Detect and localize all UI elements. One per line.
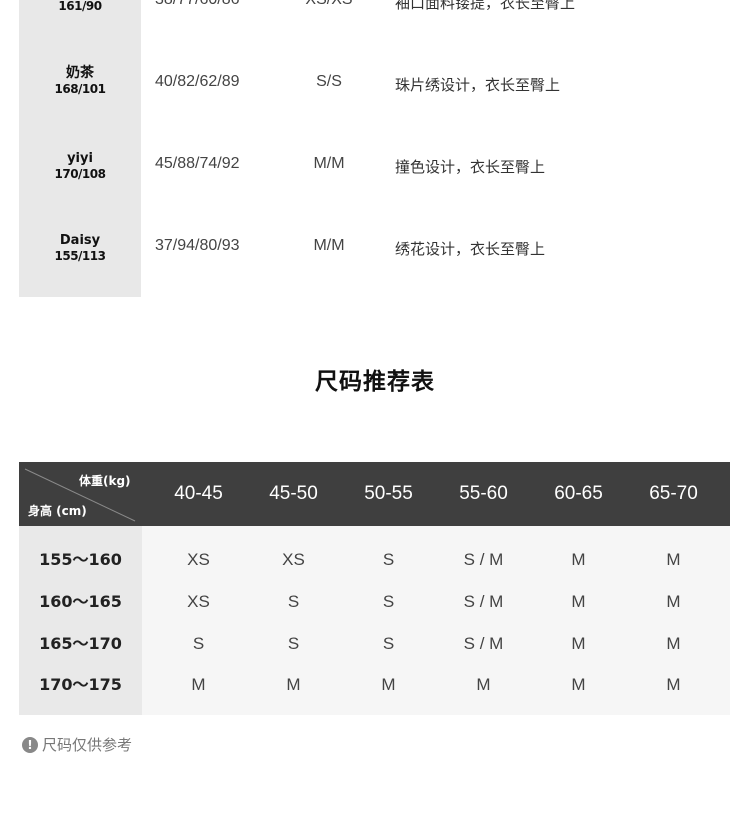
section-title: 尺码推荐表: [315, 369, 435, 395]
size-cell: XS: [187, 550, 210, 569]
table-header: 体重(kg) 身高 (cm) 40-45 45-50 50-55 55-60 6…: [19, 462, 730, 526]
size-cell: S: [287, 634, 300, 653]
model-name-cell: yiyi 170/108: [19, 150, 141, 182]
model-size: M/M: [313, 237, 345, 254]
weight-range-header: 65-70: [649, 483, 698, 504]
model-name: Daisy: [59, 233, 101, 248]
size-cell: S / M: [463, 634, 504, 653]
model-measurements: 37/94/80/93: [155, 237, 240, 254]
model-row: Daisy 155/113 37/94/80/93 M/M 绣花设计，衣长至臀上: [19, 205, 730, 287]
size-cell: M: [571, 592, 586, 611]
size-cell: S: [382, 634, 395, 653]
model-name: 奶茶: [66, 65, 94, 81]
size-cell: M: [666, 675, 681, 694]
model-height-weight: 161/90: [58, 0, 102, 13]
height-range-label: 165～170: [39, 634, 122, 653]
model-name-cell: 161/90: [19, 0, 141, 14]
model-row: 奶茶 168/101 40/82/62/89 S/S 珠片绣设计，衣长至臀上: [19, 41, 730, 123]
model-height-weight: 168/101: [54, 82, 106, 96]
model-measurements: 38/77/60/86: [155, 0, 240, 9]
height-axis-label: 身高 (cm): [28, 504, 87, 518]
weight-range-header: 60-65: [554, 483, 603, 504]
table-row: 165～170 S S S S / M M M: [19, 623, 730, 665]
model-note: 撞色设计，衣长至臀上: [395, 158, 546, 176]
size-cell: S: [382, 592, 395, 611]
size-cell: M: [476, 675, 491, 694]
size-cell: M: [571, 634, 586, 653]
model-name-cell: 奶茶 168/101: [19, 65, 141, 97]
size-cell: XS: [282, 550, 305, 569]
model-note: 珠片绣设计，衣长至臀上: [395, 76, 561, 94]
size-cell: M: [191, 675, 206, 694]
weight-axis-label: 体重(kg): [79, 474, 131, 488]
size-cell: S: [382, 550, 395, 569]
model-note: 袖口面料镂提，衣长至臀上: [395, 0, 576, 12]
size-cell: S / M: [463, 592, 504, 611]
size-recommendation-table: 体重(kg) 身高 (cm) 40-45 45-50 50-55 55-60 6…: [19, 462, 730, 715]
model-row: 161/90 38/77/60/86 XS/XS 袖口面料镂提，衣长至臀上: [19, 0, 730, 41]
footnote: ! 尺码仅供参考: [22, 734, 132, 755]
exclamation-icon: !: [22, 736, 38, 753]
size-cell: M: [666, 634, 681, 653]
height-range-label: 155～160: [39, 550, 122, 569]
corner-header-cell: 体重(kg) 身高 (cm): [19, 462, 142, 526]
size-cell: M: [571, 550, 586, 569]
size-cell: M: [286, 675, 301, 694]
model-row: yiyi 170/108 45/88/74/92 M/M 撞色设计，衣长至臀上: [19, 123, 730, 205]
table-row: 170～175 M M M M M M: [19, 664, 730, 706]
size-cell: XS: [187, 592, 210, 611]
weight-range-header: 55-60: [459, 483, 508, 504]
size-cell: S: [192, 634, 205, 653]
model-measurements: 40/82/62/89: [155, 73, 240, 90]
model-size: XS/XS: [289, 0, 369, 9]
size-cell: S / M: [463, 550, 504, 569]
table-row: 155～160 XS XS S S / M M M: [19, 539, 730, 581]
model-height-weight: 155/113: [54, 249, 106, 263]
height-range-label: 170～175: [39, 675, 122, 694]
weight-range-header: 50-55: [364, 483, 413, 504]
table-row: 160～165 XS S S S / M M M: [19, 581, 730, 623]
model-name: yiyi: [67, 151, 93, 166]
model-note: 绣花设计，衣长至臀上: [395, 240, 546, 258]
size-cell: M: [571, 675, 586, 694]
size-cell: M: [381, 675, 396, 694]
model-size: S/S: [316, 73, 342, 90]
weight-range-header: 40-45: [174, 483, 223, 504]
model-table: 161/90 38/77/60/86 XS/XS 袖口面料镂提，衣长至臀上 奶茶…: [19, 0, 730, 297]
model-height-weight: 170/108: [54, 167, 106, 181]
model-size: M/M: [313, 155, 345, 172]
size-cell: S: [287, 592, 300, 611]
weight-range-header: 45-50: [269, 483, 318, 504]
model-name-cell: Daisy 155/113: [19, 232, 141, 264]
size-cell: M: [666, 592, 681, 611]
size-cell: M: [666, 550, 681, 569]
model-measurements: 45/88/74/92: [155, 155, 240, 172]
height-range-label: 160～165: [39, 592, 122, 611]
footnote-text: 尺码仅供参考: [42, 736, 133, 754]
